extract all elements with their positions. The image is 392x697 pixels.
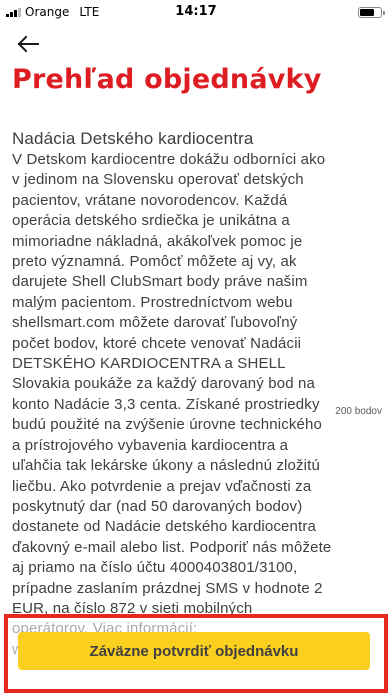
status-time: 14:17	[175, 4, 217, 19]
status-bar: Orange LTE 14:17	[0, 0, 392, 24]
battery-icon	[358, 7, 385, 18]
back-button[interactable]	[14, 32, 42, 56]
organization-name: Nadácia Detského kardiocentra	[12, 129, 254, 148]
confirm-bar: Záväzne potvrdiť objednávku	[4, 614, 388, 693]
page-title: Prehľad objednávky	[12, 64, 322, 95]
description-text: V Detskom kardiocentre dokážu odborníci …	[12, 151, 332, 658]
confirm-order-button[interactable]: Záväzne potvrdiť objednávku	[18, 632, 370, 670]
points-value: 200 bodov	[335, 406, 382, 417]
arrow-left-icon	[17, 36, 39, 52]
order-summary-screen: Orange LTE 14:17 Prehľad objednávky Nadá…	[0, 0, 392, 697]
order-description: Nadácia Detského kardiocentra V Detskom …	[12, 128, 332, 660]
